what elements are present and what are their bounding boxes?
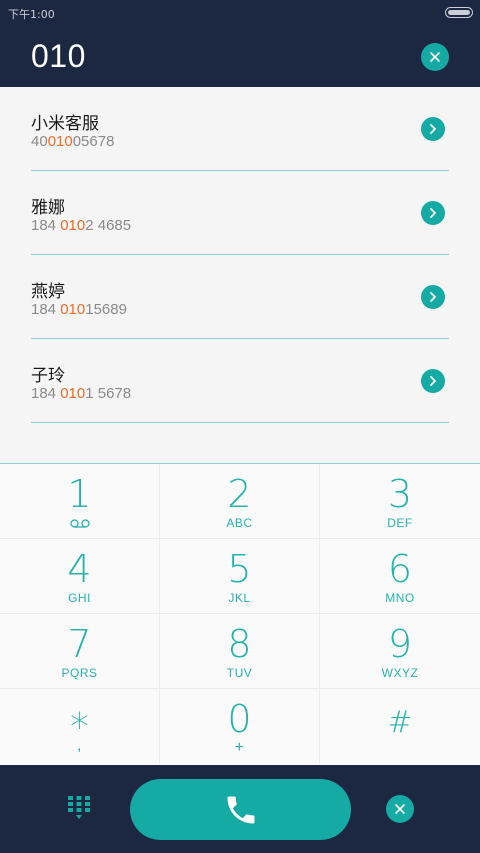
key-digit: 8	[227, 622, 252, 666]
contact-name: 小米客服	[31, 114, 99, 134]
contact-name: 燕婷	[31, 282, 65, 302]
contact-detail-button[interactable]	[421, 117, 445, 141]
key-letters: ABC	[226, 516, 253, 530]
contact-item[interactable]: 雅娜 184 0102 4685	[31, 171, 449, 255]
contact-number: 184 01015689	[31, 301, 127, 318]
key-digit: 1	[67, 472, 92, 516]
contact-match-list: 小米客服 4001005678 雅娜 184 0102 4685 燕婷 184 …	[0, 87, 480, 463]
key-8[interactable]: 8 TUV	[160, 614, 320, 689]
key-hash[interactable]: #	[320, 689, 480, 764]
clear-input-button[interactable]	[421, 43, 449, 71]
contact-number: 184 0102 4685	[31, 217, 132, 234]
number-match-highlight: 010	[60, 301, 86, 318]
chevron-right-icon	[430, 208, 436, 218]
key-letters: DEF	[387, 516, 413, 530]
key-6[interactable]: 6 MNO	[320, 539, 480, 614]
contact-item[interactable]: 燕婷 184 01015689	[31, 255, 449, 339]
key-letters: ,	[77, 737, 82, 754]
key-digit: 9	[387, 622, 413, 666]
contact-item[interactable]: 子玲 184 0101 5678	[31, 339, 449, 423]
key-letters: +	[234, 739, 245, 756]
key-digit: 5	[227, 547, 252, 591]
number-match-highlight: 010	[60, 385, 86, 402]
close-icon	[430, 52, 440, 62]
number-match-highlight: 010	[47, 133, 73, 150]
key-digit: 4	[67, 547, 92, 591]
key-5[interactable]: 5 JKL	[160, 539, 320, 614]
delete-button[interactable]	[386, 795, 414, 823]
key-letters: JKL	[228, 591, 251, 605]
key-4[interactable]: 4 GHI	[0, 539, 160, 614]
chevron-right-icon	[430, 292, 436, 302]
key-digit: 6	[387, 547, 413, 591]
key-letters: MNO	[385, 591, 415, 605]
status-time: 下午1:00	[8, 8, 55, 21]
contact-name: 子玲	[31, 366, 65, 386]
key-1[interactable]: 1	[0, 464, 160, 539]
contact-number: 4001005678	[31, 133, 115, 150]
bottom-action-bar	[0, 765, 480, 853]
phone-icon	[227, 796, 254, 823]
call-button[interactable]	[130, 779, 351, 840]
dial-keypad: 1 2 ABC 3 DEF 4 GHI 5 JKL 6 MNO 7 PQRS 8…	[0, 463, 480, 765]
key-digit: 7	[67, 622, 92, 666]
contact-name: 雅娜	[31, 198, 65, 218]
key-digit: 2	[227, 472, 252, 516]
close-icon	[395, 804, 405, 814]
key-letters: PQRS	[61, 666, 98, 680]
contact-detail-button[interactable]	[421, 369, 445, 393]
key-digit: 3	[387, 472, 413, 516]
key-letters: GHI	[68, 591, 91, 605]
key-letters: WXYZ	[381, 666, 419, 680]
dial-number-display: 010	[31, 38, 86, 74]
number-match-highlight: 010	[60, 217, 86, 234]
battery-icon	[445, 7, 473, 18]
voicemail-icon	[70, 519, 90, 528]
dialpad-icon[interactable]	[68, 796, 90, 822]
key-2[interactable]: 2 ABC	[160, 464, 320, 539]
key-3[interactable]: 3 DEF	[320, 464, 480, 539]
contact-detail-button[interactable]	[421, 201, 445, 225]
contact-number: 184 0101 5678	[31, 385, 132, 402]
key-0[interactable]: 0 +	[160, 689, 320, 764]
key-letters: TUV	[226, 666, 253, 680]
chevron-right-icon	[430, 124, 436, 134]
key-digit: #	[387, 705, 413, 740]
contact-detail-button[interactable]	[421, 285, 445, 309]
key-9[interactable]: 9 WXYZ	[320, 614, 480, 689]
chevron-right-icon	[430, 376, 436, 386]
key-star[interactable]: * ,	[0, 689, 160, 764]
contact-item[interactable]: 小米客服 4001005678	[31, 87, 449, 171]
header: 下午1:00 010	[0, 0, 480, 87]
key-7[interactable]: 7 PQRS	[0, 614, 160, 689]
key-digit: 0	[227, 697, 252, 741]
